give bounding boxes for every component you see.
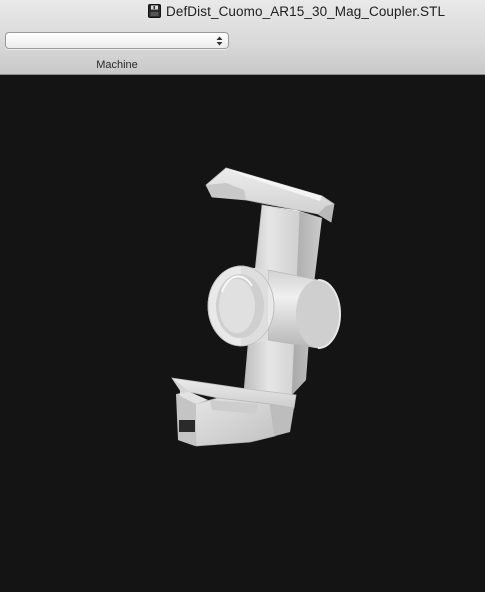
stl-model-render[interactable] xyxy=(0,75,485,592)
toolbar: DefDist_Cuomo_AR15_30_Mag_Coupler.STL Ma… xyxy=(0,0,485,75)
stl-document-icon xyxy=(148,4,161,18)
app-window: DefDist_Cuomo_AR15_30_Mag_Coupler.STL Ma… xyxy=(0,0,485,592)
3d-viewport[interactable] xyxy=(0,75,485,592)
cylinder-boss xyxy=(207,265,341,349)
window-title: DefDist_Cuomo_AR15_30_Mag_Coupler.STL xyxy=(148,2,445,20)
machine-label: Machine xyxy=(96,59,138,71)
machine-select[interactable] xyxy=(5,32,229,49)
window-title-text: DefDist_Cuomo_AR15_30_Mag_Coupler.STL xyxy=(166,3,446,19)
select-arrows-icon xyxy=(216,36,223,46)
